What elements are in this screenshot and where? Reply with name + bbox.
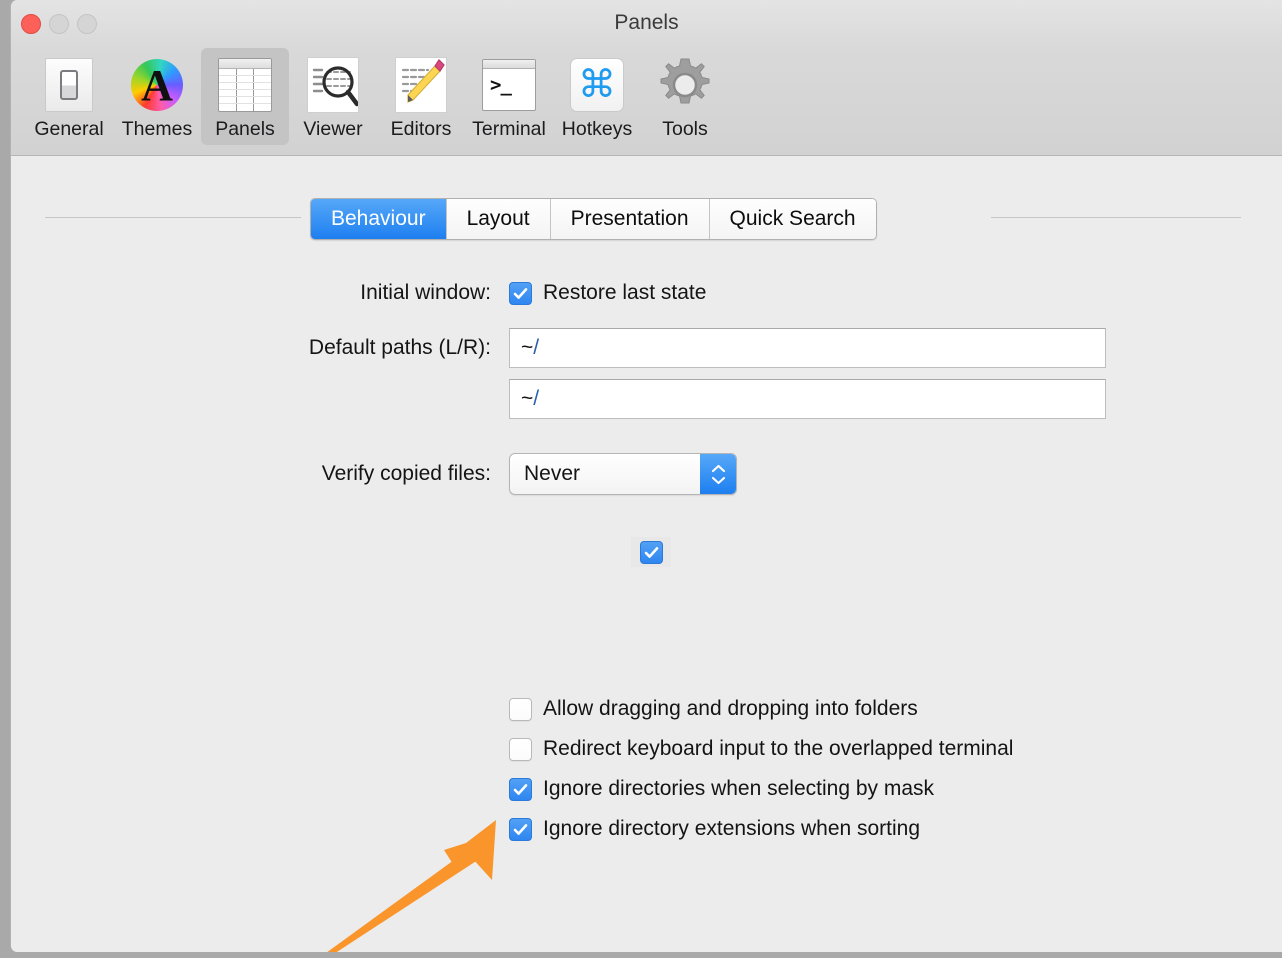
label-verify-copied-files: Verify copied files: — [321, 462, 491, 485]
checkbox-box-restore-last-state[interactable] — [509, 281, 532, 305]
checkbox-allow-dragging[interactable]: Allow dragging and dropping into folders — [509, 689, 1013, 729]
label-initial-window: Initial window: — [360, 281, 491, 304]
checkbox-box-redirect-keyboard[interactable] — [509, 737, 532, 761]
checkbox-restore-last-state[interactable]: Restore last state — [509, 281, 706, 305]
tab-presentation[interactable]: Presentation — [550, 199, 710, 239]
tab-quick-search[interactable]: Quick Search — [709, 199, 876, 239]
checkbox-box-allow-dragging[interactable] — [509, 697, 532, 721]
terminal-prompt-icon: >_ — [478, 54, 540, 116]
tab-group: Behaviour Layout Presentation Quick Sear… — [310, 198, 877, 240]
row-initial-window: Initial window: Restore last state — [11, 281, 1011, 305]
value-default-path-left: ~/ — [521, 336, 540, 359]
toolbar-label-tools: Tools — [662, 118, 708, 140]
checkbox-label-redirect-keyboard: Redirect keyboard input to the overlappe… — [543, 737, 1014, 760]
row-default-path-right: ~/ — [509, 379, 1106, 419]
panels-table-icon — [214, 54, 276, 116]
toolbar-item-themes[interactable]: A Themes — [113, 48, 201, 145]
divider-right — [991, 217, 1241, 218]
options-checkbox-list: Allow dragging and dropping into folders… — [509, 689, 1013, 849]
toolbar-label-general: General — [34, 118, 104, 140]
value-default-path-right: ~/ — [521, 387, 540, 410]
input-default-path-right[interactable]: ~/ — [509, 379, 1106, 419]
label-default-paths: Default paths (L/R): — [308, 336, 491, 359]
toolbar-label-terminal: Terminal — [472, 118, 546, 140]
row-verify-copied-files: Verify copied files: Never — [11, 453, 737, 495]
toolbar-item-panels[interactable]: Panels — [201, 48, 289, 145]
toolbar-label-editors: Editors — [390, 118, 452, 140]
hotkeys-command-icon: ⌘ — [566, 54, 628, 116]
tab-bar: Behaviour Layout Presentation Quick Sear… — [11, 198, 1282, 240]
editors-pencil-icon — [390, 54, 452, 116]
popup-verify-copied-files[interactable]: Never — [509, 453, 737, 495]
general-switch-icon — [38, 54, 100, 116]
checkbox-label-allow-dragging: Allow dragging and dropping into folders — [543, 697, 918, 720]
divider-left — [45, 217, 301, 218]
viewer-magnifier-icon — [302, 54, 364, 116]
annotation-arrow — [306, 806, 526, 952]
toolbar-item-editors[interactable]: Editors — [377, 48, 465, 145]
checkbox-box-ignore-directories-mask[interactable] — [509, 777, 532, 801]
checkbox-label-ignore-directory-extensions: Ignore directory extensions when sorting — [543, 817, 921, 840]
toolbar-label-hotkeys: Hotkeys — [561, 118, 633, 140]
themes-colorwheel-icon: A — [126, 54, 188, 116]
toolbar-item-terminal[interactable]: >_ Terminal — [465, 48, 553, 145]
stray-checkbox-overlay[interactable] — [631, 537, 671, 567]
window-title: Panels — [614, 11, 679, 34]
toolbar-label-themes: Themes — [121, 118, 193, 140]
toolbar-item-general[interactable]: General — [25, 48, 113, 145]
chevron-updown-icon[interactable] — [700, 454, 736, 494]
checkbox-box-stray[interactable] — [639, 540, 663, 564]
checkbox-ignore-directories-mask[interactable]: Ignore directories when selecting by mas… — [509, 769, 1013, 809]
checkbox-ignore-directory-extensions[interactable]: Ignore directory extensions when sorting — [509, 809, 1013, 849]
toolbar-label-viewer: Viewer — [303, 118, 363, 140]
checkbox-box-ignore-directory-extensions[interactable] — [509, 817, 532, 841]
checkbox-redirect-keyboard[interactable]: Redirect keyboard input to the overlappe… — [509, 729, 1013, 769]
window-titlebar: Panels — [11, 0, 1282, 48]
toolbar-item-viewer[interactable]: Viewer — [289, 48, 377, 145]
checkbox-label-ignore-directories-mask: Ignore directories when selecting by mas… — [543, 777, 935, 800]
popup-value-verify-copied-files: Never — [524, 462, 581, 485]
tools-gear-icon — [654, 54, 716, 116]
toolbar-label-panels: Panels — [215, 118, 275, 140]
preferences-toolbar: General A Themes Panels Viewer Editors >… — [11, 48, 1282, 156]
preferences-window: Panels General A Themes Panels Viewer Ed… — [10, 0, 1282, 952]
row-default-paths: Default paths (L/R): ~/ — [11, 328, 1106, 368]
checkbox-label-restore-last-state: Restore last state — [543, 281, 707, 304]
toolbar-item-tools[interactable]: Tools — [641, 48, 729, 145]
preferences-content: Behaviour Layout Presentation Quick Sear… — [11, 156, 1282, 952]
tab-behaviour[interactable]: Behaviour — [311, 199, 447, 239]
toolbar-item-hotkeys[interactable]: ⌘ Hotkeys — [553, 48, 641, 145]
input-default-path-left[interactable]: ~/ — [509, 328, 1106, 368]
tab-layout[interactable]: Layout — [446, 199, 551, 239]
